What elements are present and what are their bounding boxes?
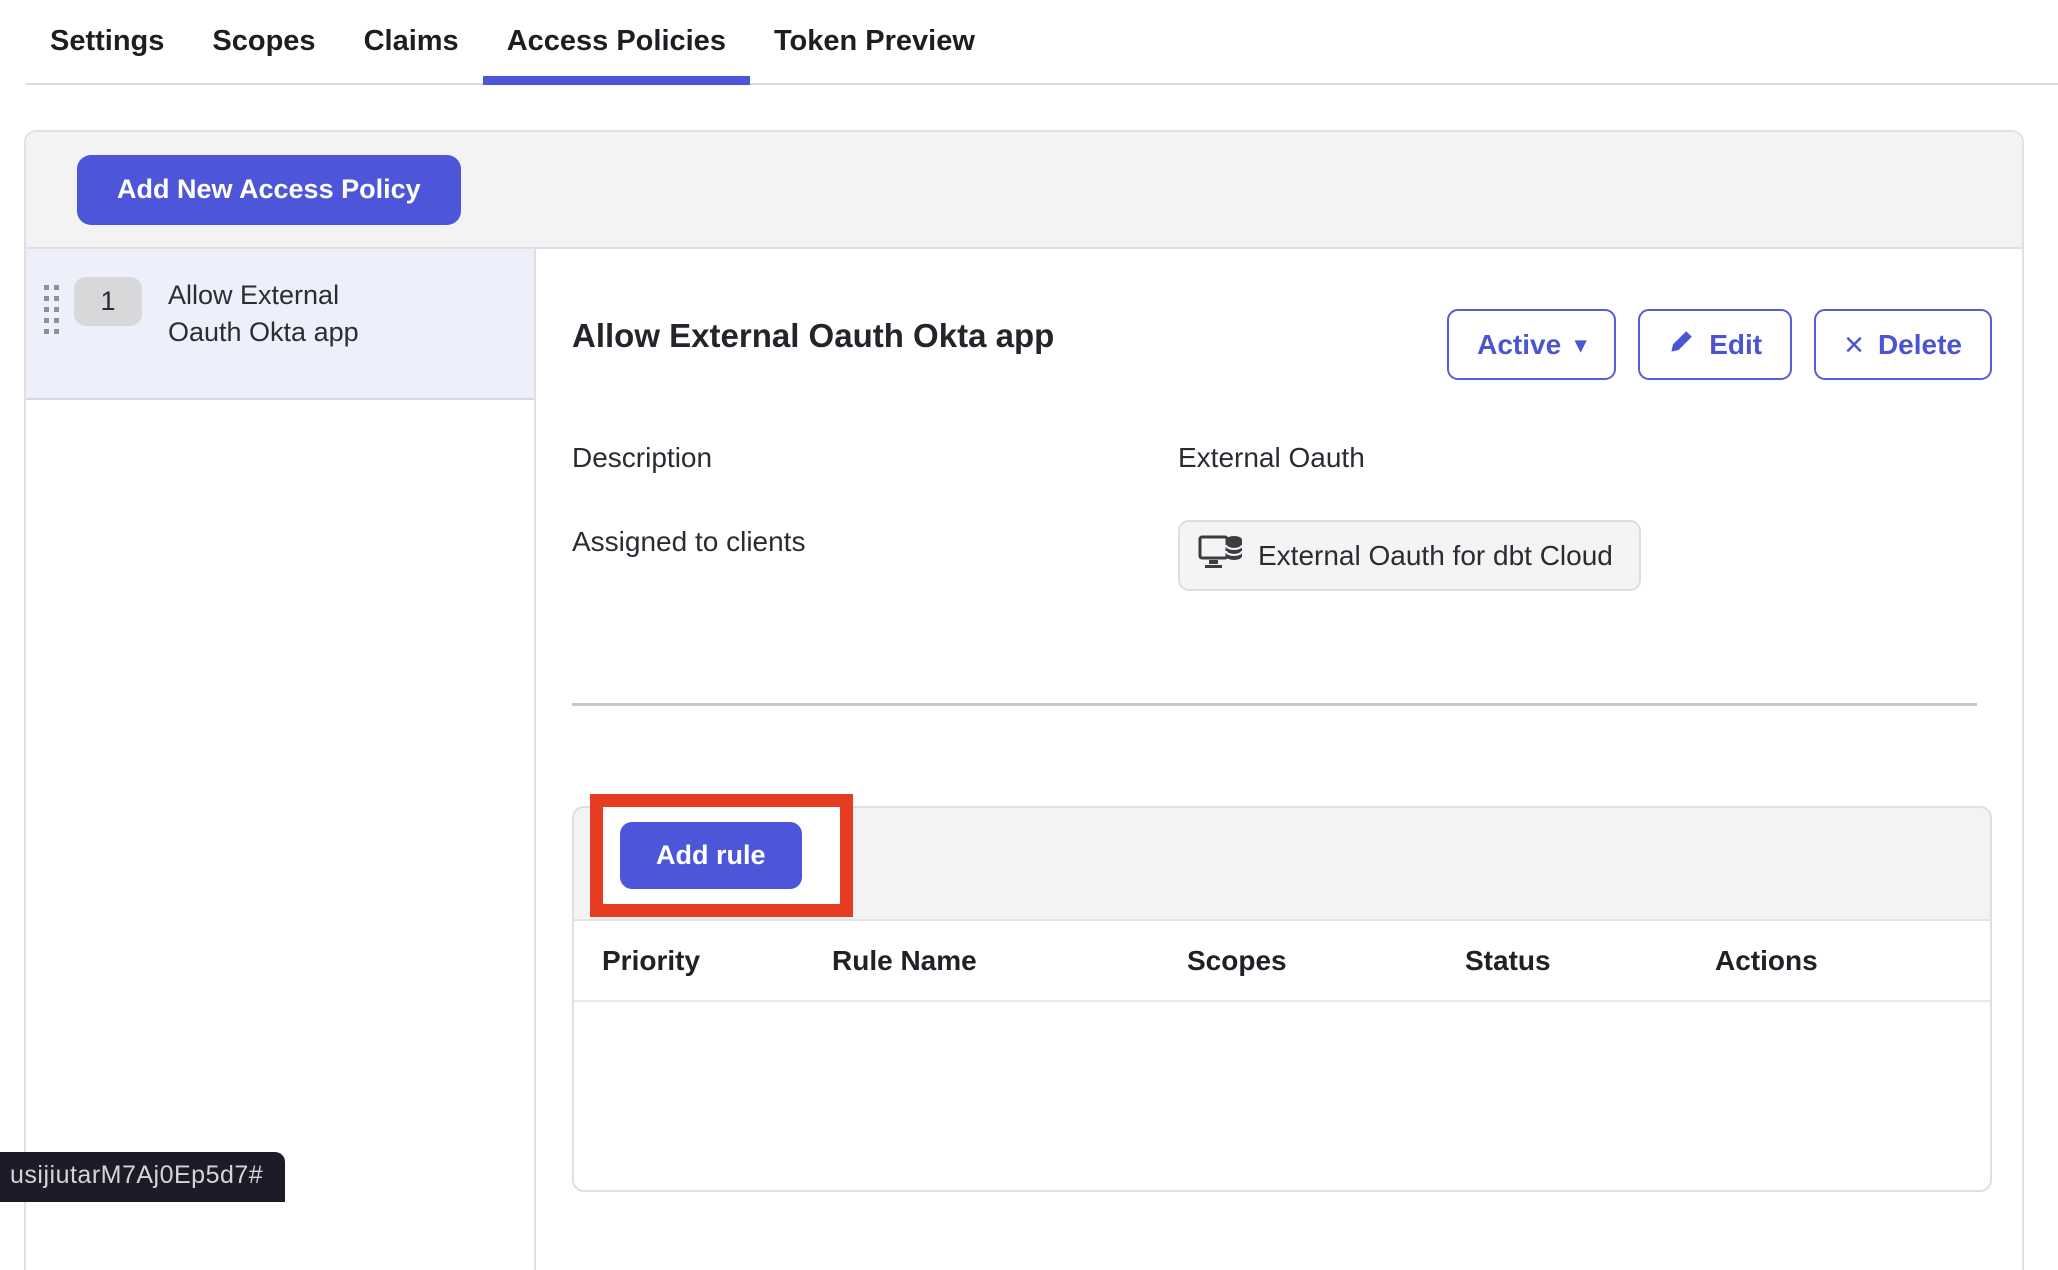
rules-table-body-empty	[574, 1002, 1990, 1188]
add-new-access-policy-button[interactable]: Add New Access Policy	[77, 155, 461, 225]
highlight-annotation-box: Add rule	[590, 794, 853, 917]
column-header-scopes: Scopes	[1187, 945, 1465, 977]
tab-claims[interactable]: Claims	[340, 0, 483, 83]
pencil-icon	[1668, 328, 1695, 362]
close-icon: ×	[1844, 328, 1864, 362]
rules-table-header: Priority Rule Name Scopes Status Actions	[574, 921, 1990, 1002]
column-header-rule-name: Rule Name	[832, 945, 1187, 977]
policy-actions: Active ▾ Edit × Delete	[1447, 309, 1992, 380]
policy-list: 1 Allow External Oauth Okta app	[26, 249, 536, 1270]
column-header-actions: Actions	[1715, 945, 1990, 977]
assigned-clients-label: Assigned to clients	[572, 520, 1178, 558]
status-dropdown-button[interactable]: Active ▾	[1447, 309, 1616, 380]
description-label: Description	[572, 436, 1178, 474]
tab-bar: Settings Scopes Claims Access Policies T…	[26, 0, 2058, 85]
rules-card: Add rule Priority Rule Name Scopes Statu…	[572, 806, 1992, 1192]
edit-label: Edit	[1709, 329, 1762, 361]
policy-detail: Allow External Oauth Okta app Active ▾ E…	[536, 249, 2022, 1270]
rules-toolbar: Add rule	[574, 808, 1990, 921]
policy-priority-badge: 1	[74, 277, 142, 326]
client-app-icon	[1198, 532, 1244, 579]
tab-token-preview[interactable]: Token Preview	[750, 0, 999, 83]
chevron-down-icon: ▾	[1575, 332, 1586, 358]
column-header-priority: Priority	[602, 945, 832, 977]
access-policies-panel: Add New Access Policy 1	[24, 130, 2024, 1270]
policy-list-item[interactable]: 1 Allow External Oauth Okta app	[26, 249, 534, 400]
section-divider	[572, 703, 1977, 706]
client-chip-label: External Oauth for dbt Cloud	[1258, 540, 1613, 572]
drag-handle-icon[interactable]	[44, 285, 60, 340]
policy-title: Allow External Oauth Okta app	[572, 309, 1054, 355]
panel-toolbar: Add New Access Policy	[26, 132, 2022, 249]
description-value: External Oauth	[1178, 436, 1992, 474]
add-rule-button[interactable]: Add rule	[620, 822, 802, 889]
status-label: Active	[1477, 329, 1561, 361]
edit-button[interactable]: Edit	[1638, 309, 1792, 380]
delete-button[interactable]: × Delete	[1814, 309, 1992, 380]
tab-access-policies[interactable]: Access Policies	[483, 0, 750, 83]
column-header-status: Status	[1465, 945, 1715, 977]
delete-label: Delete	[1878, 329, 1962, 361]
client-chip: External Oauth for dbt Cloud	[1178, 520, 1641, 591]
tab-settings[interactable]: Settings	[26, 0, 188, 83]
tab-scopes[interactable]: Scopes	[188, 0, 339, 83]
policy-item-label: Allow External Oauth Okta app	[168, 277, 418, 351]
link-url-tooltip: usijiutarM7Aj0Ep5d7#	[0, 1152, 285, 1202]
